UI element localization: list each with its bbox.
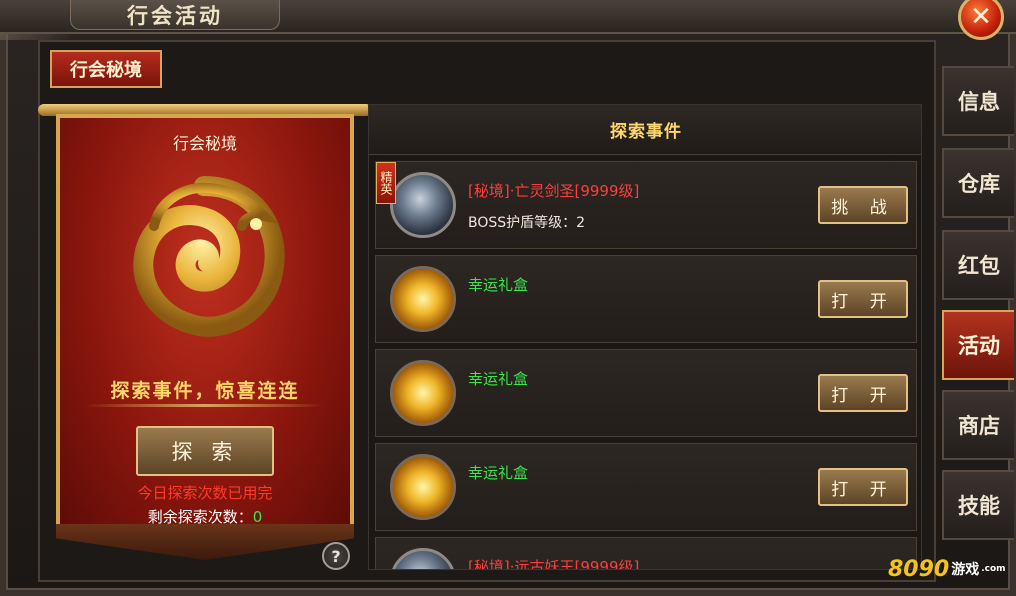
explore-button[interactable]: 探 索 <box>136 426 274 476</box>
slogan-divider <box>86 404 324 407</box>
open-button-label: 打 开 <box>831 385 895 406</box>
gift-box-icon <box>390 360 456 426</box>
banner-title: 行会秘境 <box>172 134 237 153</box>
side-tab-shop[interactable]: 商店 <box>942 390 1014 460</box>
title-bar: 行会活动 <box>0 0 1016 34</box>
watermark-number: 8090 <box>888 556 950 582</box>
side-tab-label: 信息 <box>958 90 1000 114</box>
event-name: 幸运礼盒 <box>468 276 529 294</box>
explore-button-label: 探 索 <box>171 440 239 464</box>
help-label: ? <box>331 546 341 566</box>
side-tab-label: 活动 <box>958 334 1000 358</box>
tab-guild-secret-realm[interactable]: 行会秘境 <box>50 50 162 88</box>
side-tab-activity[interactable]: 活动 <box>942 310 1014 380</box>
challenge-button-label: 挑 战 <box>831 197 895 218</box>
event-name: [秘境]·亡灵剑圣[9999级] <box>468 182 640 200</box>
watermark-domain: .com <box>981 564 1006 574</box>
remaining-count: 0 <box>252 508 263 526</box>
event-row-boss: 精英 [秘境]·亡灵剑圣[9999级] BOSS护盾等级：2 挑 战 <box>375 161 917 249</box>
open-button-label: 打 开 <box>831 291 895 312</box>
gift-box-icon <box>390 266 456 332</box>
open-button-label: 打 开 <box>831 479 895 500</box>
event-name: 幸运礼盒 <box>468 464 529 482</box>
side-tab-label: 技能 <box>958 494 1000 518</box>
challenge-button[interactable]: 挑 战 <box>818 186 908 224</box>
side-tab-label: 红包 <box>958 254 1000 278</box>
event-row-gift: 幸运礼盒 打 开 <box>375 349 917 437</box>
explore-used-message: 今日探索次数已用完 <box>137 484 273 502</box>
events-title: 探索事件 <box>610 122 682 142</box>
open-button[interactable]: 打 开 <box>818 468 908 506</box>
dragon-emblem-icon <box>133 176 285 337</box>
side-tab-info[interactable]: 信息 <box>942 66 1014 136</box>
window-title: 行会活动 <box>127 3 223 28</box>
open-button[interactable]: 打 开 <box>818 374 908 412</box>
elite-tag: 精英 <box>376 162 396 204</box>
event-name: [秘境]·远古妖王[9999级] <box>468 558 640 570</box>
close-icon: ✕ <box>970 2 992 32</box>
event-shield-level: BOSS护盾等级：2 <box>468 215 586 231</box>
title-plate: 行会活动 <box>70 0 280 30</box>
side-tab-label: 商店 <box>958 414 1000 438</box>
site-watermark: 8090 游戏 .com <box>888 546 1012 592</box>
events-header: 探索事件 <box>369 105 921 155</box>
remaining-label: 剩余探索次数： <box>147 508 253 526</box>
event-name: 幸运礼盒 <box>468 370 529 388</box>
watermark-text: 游戏 <box>951 562 980 578</box>
event-row-gift: 幸运礼盒 打 开 <box>375 443 917 531</box>
events-panel: 探索事件 精英 [秘境]·亡灵剑圣[9999级] BOSS护盾等级：2 挑 战 … <box>368 104 922 570</box>
side-tab-skills[interactable]: 技能 <box>942 470 1014 540</box>
banner-tail <box>56 524 354 560</box>
realm-banner: 行会秘境 探索事件，惊喜连连 探 索 今日探索次数已用完 剩余探索次数：0 <box>38 104 372 560</box>
boss-avatar-icon <box>390 172 456 238</box>
side-tab-label: 仓库 <box>958 172 1000 196</box>
boss-avatar-icon <box>390 548 456 569</box>
event-row-gift: 幸运礼盒 打 开 <box>375 255 917 343</box>
help-icon[interactable]: ? <box>322 542 350 570</box>
side-tab-warehouse[interactable]: 仓库 <box>942 148 1014 218</box>
explore-remaining: 剩余探索次数：0 <box>52 506 358 527</box>
tab-label: 行会秘境 <box>70 60 142 81</box>
side-tab-red-envelope[interactable]: 红包 <box>942 230 1014 300</box>
banner-slogan: 探索事件，惊喜连连 <box>110 380 300 402</box>
open-button[interactable]: 打 开 <box>818 280 908 318</box>
gift-box-icon <box>390 454 456 520</box>
event-row-boss: [秘境]·远古妖王[9999级] <box>375 537 917 570</box>
